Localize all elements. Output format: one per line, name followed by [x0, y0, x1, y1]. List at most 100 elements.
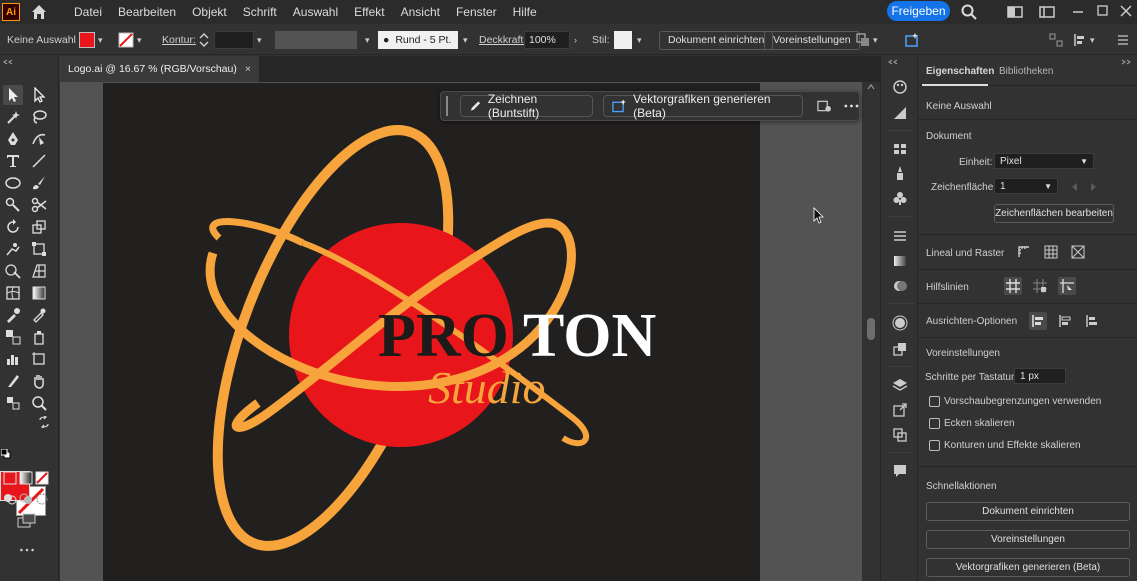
pin-taskbar-icon[interactable]: [817, 99, 832, 113]
symbols-panel-icon[interactable]: [891, 189, 909, 207]
chevron-down-icon[interactable]: ▾: [365, 35, 370, 46]
eyedropper-tool-icon[interactable]: [3, 305, 23, 325]
tab-libraries[interactable]: Bibliotheken: [999, 66, 1053, 77]
chevron-down-icon[interactable]: ▾: [873, 35, 878, 46]
fill-color-picker[interactable]: ▾: [79, 25, 103, 55]
minimize-icon[interactable]: [1069, 3, 1087, 21]
qa-generate-vectors-button[interactable]: Vektorgrafiken generieren (Beta): [926, 558, 1130, 577]
arrange-documents-icon[interactable]: [1006, 3, 1024, 21]
align-to-artboard-icon[interactable]: [1083, 312, 1101, 330]
menu-auswahl[interactable]: Auswahl: [285, 5, 346, 19]
pixel-grid-icon[interactable]: [1069, 243, 1087, 261]
next-artboard-icon[interactable]: [1089, 183, 1097, 191]
menu-hilfe[interactable]: Hilfe: [505, 5, 545, 19]
chevron-down-icon[interactable]: ▾: [257, 35, 262, 46]
pen-tool-icon[interactable]: [3, 129, 23, 149]
qa-document-setup-button[interactable]: Dokument einrichten: [926, 502, 1130, 521]
opacity-label[interactable]: Deckkraft:: [479, 25, 526, 55]
edit-artboards-button[interactable]: Zeichenflächen bearbeiten: [994, 204, 1114, 223]
scroll-up-icon[interactable]: [867, 84, 875, 90]
home-icon[interactable]: [30, 3, 48, 21]
close-window-icon[interactable]: [1117, 3, 1135, 21]
eyedropper-alt-tool-icon[interactable]: [29, 305, 49, 325]
shaper-tool-icon[interactable]: [3, 195, 23, 215]
chevron-down-icon[interactable]: ▾: [637, 35, 642, 46]
smart-guides-icon[interactable]: [1058, 277, 1076, 295]
taskbar-grip[interactable]: [446, 96, 450, 116]
proton-studio-logo[interactable]: PRO TON Studio: [103, 83, 760, 581]
line-segment-tool-icon[interactable]: [29, 151, 49, 171]
stroke-weight-field[interactable]: [214, 31, 254, 49]
stroke-panel-icon[interactable]: [891, 227, 909, 245]
slice-tool-icon[interactable]: [3, 371, 23, 391]
style-swatch[interactable]: [614, 31, 632, 49]
chevron-right-icon[interactable]: ›: [574, 35, 577, 45]
screen-mode-icon[interactable]: [15, 511, 39, 531]
expand-panels-icon[interactable]: [887, 59, 901, 65]
draw-pencil-button[interactable]: Zeichnen (Buntstift): [459, 92, 594, 120]
lasso-tool-icon[interactable]: [29, 107, 49, 127]
paintbrush-tool-icon[interactable]: [29, 173, 49, 193]
more-options-icon[interactable]: [844, 103, 859, 109]
magic-wand-tool-icon[interactable]: [3, 107, 23, 127]
menu-fenster[interactable]: Fenster: [448, 5, 505, 19]
opacity-dropdown[interactable]: 100% ›: [524, 25, 577, 55]
menu-objekt[interactable]: Objekt: [184, 5, 235, 19]
swap-colors-icon[interactable]: [38, 416, 50, 428]
scissors-tool-icon[interactable]: [29, 195, 49, 215]
rotate-tool-icon[interactable]: [3, 217, 23, 237]
stroke-label[interactable]: Kontur:: [162, 25, 196, 55]
scale-corners-checkbox[interactable]: Ecken skalieren: [929, 418, 1015, 429]
workspace-icon[interactable]: [1038, 3, 1056, 21]
stroke-stepper[interactable]: [198, 25, 210, 55]
default-colors-icon[interactable]: [1, 449, 11, 459]
vertical-scrollbar[interactable]: [862, 82, 880, 581]
perspective-grid-tool-icon[interactable]: [29, 261, 49, 281]
layers-panel-icon[interactable]: [891, 376, 909, 394]
column-graph-tool-icon[interactable]: [3, 349, 23, 369]
brushes-panel-icon[interactable]: [891, 164, 909, 182]
preferences-button[interactable]: Voreinstellungen: [764, 30, 860, 50]
no-stroke-swatch-icon[interactable]: [118, 32, 134, 48]
menu-effekt[interactable]: Effekt: [346, 5, 392, 19]
align-to-selection-icon[interactable]: [1029, 312, 1047, 330]
zoom-tool-icon[interactable]: [29, 393, 49, 413]
export-panel-icon[interactable]: [891, 401, 909, 419]
artboard-select[interactable]: 1 ▼: [994, 178, 1058, 194]
fill-swatch[interactable]: [79, 32, 95, 48]
distribute-icon[interactable]: [1049, 25, 1063, 55]
draw-inside-icon[interactable]: [32, 489, 52, 509]
document-setup-button[interactable]: Dokument einrichten: [659, 30, 774, 50]
tab-properties[interactable]: Eigenschaften: [926, 66, 994, 77]
hand-tool-icon[interactable]: [29, 371, 49, 391]
menu-ansicht[interactable]: Ansicht: [393, 5, 448, 19]
more-tools-icon[interactable]: [16, 540, 38, 560]
recolor-icon[interactable]: [904, 25, 920, 55]
color-guide-panel-icon[interactable]: [891, 104, 909, 122]
show-guides-icon[interactable]: [1004, 277, 1022, 295]
free-transform-tool-icon[interactable]: [29, 239, 49, 259]
arrange-icon[interactable]: ▾: [856, 25, 878, 55]
keyboard-increment-input[interactable]: 1 px: [1014, 368, 1066, 384]
rulers-icon[interactable]: [1015, 243, 1033, 261]
appearance-panel-icon[interactable]: [891, 314, 909, 332]
graphic-styles-panel-icon[interactable]: [891, 340, 909, 358]
color-panel-icon[interactable]: [891, 78, 909, 96]
menu-bearbeiten[interactable]: Bearbeiten: [110, 5, 184, 19]
scale-tool-icon[interactable]: [29, 217, 49, 237]
generate-vectors-button[interactable]: Vektorgrafiken generieren (Beta): [603, 92, 804, 120]
blend-tool-icon[interactable]: [3, 327, 23, 347]
swatches-panel-icon[interactable]: [891, 140, 909, 158]
checkbox-box[interactable]: [929, 440, 940, 451]
style-picker[interactable]: ▾: [614, 25, 642, 55]
align-to-key-object-icon[interactable]: [1056, 312, 1074, 330]
ellipse-tool-icon[interactable]: [3, 173, 23, 193]
previous-artboard-icon[interactable]: [1071, 183, 1079, 191]
scale-strokes-checkbox[interactable]: Konturen und Effekte skalieren: [929, 440, 1081, 451]
chevron-down-icon[interactable]: ▾: [98, 35, 103, 46]
stepper-icon[interactable]: [198, 31, 210, 49]
maximize-icon[interactable]: [1093, 3, 1111, 21]
curvature-tool-icon[interactable]: [29, 129, 49, 149]
document-tab[interactable]: Logo.ai @ 16.67 % (RGB/Vorschau) ×: [59, 56, 259, 82]
chevron-down-icon[interactable]: ▾: [137, 35, 142, 46]
